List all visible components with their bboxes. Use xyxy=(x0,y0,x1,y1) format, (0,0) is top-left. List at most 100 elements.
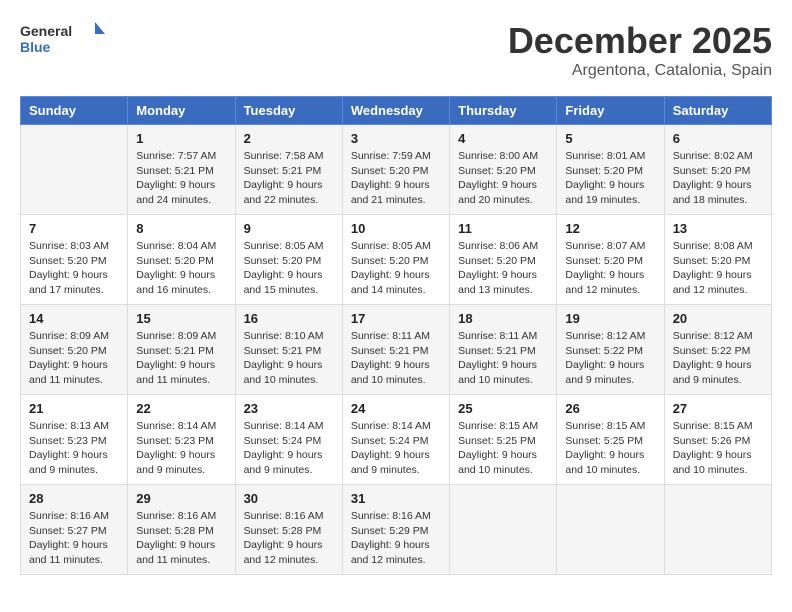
day-info: Sunrise: 8:09 AMSunset: 5:20 PMDaylight:… xyxy=(29,329,119,388)
day-info: Sunrise: 8:12 AMSunset: 5:22 PMDaylight:… xyxy=(673,329,763,388)
day-info: Sunrise: 8:16 AMSunset: 5:29 PMDaylight:… xyxy=(351,509,441,568)
day-info: Sunrise: 8:14 AMSunset: 5:24 PMDaylight:… xyxy=(351,419,441,478)
day-number: 25 xyxy=(458,401,548,416)
calendar-cell xyxy=(450,485,557,575)
day-info: Sunrise: 8:15 AMSunset: 5:25 PMDaylight:… xyxy=(565,419,655,478)
title-block: December 2025 Argentona, Catalonia, Spai… xyxy=(508,20,772,80)
calendar-header-row: SundayMondayTuesdayWednesdayThursdayFrid… xyxy=(21,97,772,125)
day-number: 30 xyxy=(244,491,334,506)
calendar-cell: 6Sunrise: 8:02 AMSunset: 5:20 PMDaylight… xyxy=(664,125,771,215)
logo-icon: General Blue xyxy=(20,20,110,60)
calendar-cell: 28 Sunrise: 8:16 AMSunset: 5:27 PMDayligh… xyxy=(21,485,128,575)
day-info: Sunrise: 8:10 AMSunset: 5:21 PMDaylight:… xyxy=(244,329,334,388)
day-info: Sunrise: 8:05 AMSunset: 5:20 PMDaylight:… xyxy=(244,239,334,298)
day-number: 1 xyxy=(136,131,226,146)
calendar-cell: 8 Sunrise: 8:04 AMSunset: 5:20 PMDaylight… xyxy=(128,215,235,305)
calendar-cell: 11Sunrise: 8:06 AMSunset: 5:20 PMDayligh… xyxy=(450,215,557,305)
calendar-cell: 23 Sunrise: 8:14 AMSunset: 5:24 PMDayligh… xyxy=(235,395,342,485)
calendar-day-header: Wednesday xyxy=(342,97,449,125)
calendar-cell: 30Sunrise: 8:16 AMSunset: 5:28 PMDayligh… xyxy=(235,485,342,575)
page-title: December 2025 xyxy=(508,20,772,62)
day-info: Sunrise: 8:15 AMSunset: 5:26 PMDaylight:… xyxy=(673,419,763,478)
calendar-cell: 20 Sunrise: 8:12 AMSunset: 5:22 PMDayligh… xyxy=(664,305,771,395)
calendar-week-row: 7 Sunrise: 8:03 AMSunset: 5:20 PMDaylight… xyxy=(21,215,772,305)
day-number: 20 xyxy=(673,311,763,326)
calendar-cell: 15 Sunrise: 8:09 AMSunset: 5:21 PMDayligh… xyxy=(128,305,235,395)
day-info: Sunrise: 8:03 AMSunset: 5:20 PMDaylight:… xyxy=(29,239,119,298)
day-number: 6 xyxy=(673,131,763,146)
day-info: Sunrise: 8:11 AMSunset: 5:21 PMDaylight:… xyxy=(351,329,441,388)
day-number: 14 xyxy=(29,311,119,326)
day-number: 9 xyxy=(244,221,334,236)
calendar-cell: 12 Sunrise: 8:07 AMSunset: 5:20 PMDayligh… xyxy=(557,215,664,305)
day-number: 31 xyxy=(351,491,441,506)
calendar-cell: 22 Sunrise: 8:14 AMSunset: 5:23 PMDayligh… xyxy=(128,395,235,485)
day-number: 7 xyxy=(29,221,119,236)
day-info: Sunrise: 8:09 AMSunset: 5:21 PMDaylight:… xyxy=(136,329,226,388)
calendar-day-header: Monday xyxy=(128,97,235,125)
day-number: 18 xyxy=(458,311,548,326)
day-number: 29 xyxy=(136,491,226,506)
day-number: 22 xyxy=(136,401,226,416)
svg-text:Blue: Blue xyxy=(20,39,51,55)
day-number: 27 xyxy=(673,401,763,416)
calendar-cell: 4Sunrise: 8:00 AMSunset: 5:20 PMDaylight… xyxy=(450,125,557,215)
day-info: Sunrise: 8:12 AMSunset: 5:22 PMDaylight:… xyxy=(565,329,655,388)
day-number: 13 xyxy=(673,221,763,236)
day-number: 19 xyxy=(565,311,655,326)
day-info: Sunrise: 8:16 AMSunset: 5:27 PMDaylight:… xyxy=(29,509,119,568)
calendar-day-header: Sunday xyxy=(21,97,128,125)
calendar-cell: 31 Sunrise: 8:16 AMSunset: 5:29 PMDayligh… xyxy=(342,485,449,575)
day-number: 16 xyxy=(244,311,334,326)
calendar-day-header: Tuesday xyxy=(235,97,342,125)
day-info: Sunrise: 8:13 AMSunset: 5:23 PMDaylight:… xyxy=(29,419,119,478)
day-number: 23 xyxy=(244,401,334,416)
logo: General Blue xyxy=(20,20,110,60)
calendar-cell: 13 Sunrise: 8:08 AMSunset: 5:20 PMDayligh… xyxy=(664,215,771,305)
day-number: 17 xyxy=(351,311,441,326)
calendar-cell: 7 Sunrise: 8:03 AMSunset: 5:20 PMDaylight… xyxy=(21,215,128,305)
day-number: 15 xyxy=(136,311,226,326)
calendar-cell: 18Sunrise: 8:11 AMSunset: 5:21 PMDayligh… xyxy=(450,305,557,395)
calendar-cell: 14 Sunrise: 8:09 AMSunset: 5:20 PMDayligh… xyxy=(21,305,128,395)
calendar-cell: 16 Sunrise: 8:10 AMSunset: 5:21 PMDayligh… xyxy=(235,305,342,395)
day-info: Sunrise: 8:01 AMSunset: 5:20 PMDaylight:… xyxy=(565,149,655,208)
day-info: Sunrise: 8:05 AMSunset: 5:20 PMDaylight:… xyxy=(351,239,441,298)
day-number: 12 xyxy=(565,221,655,236)
calendar-cell: 3Sunrise: 7:59 AMSunset: 5:20 PMDaylight… xyxy=(342,125,449,215)
day-number: 11 xyxy=(458,221,548,236)
calendar-cell: 9 Sunrise: 8:05 AMSunset: 5:20 PMDaylight… xyxy=(235,215,342,305)
calendar-week-row: 1Sunrise: 7:57 AMSunset: 5:21 PMDaylight… xyxy=(21,125,772,215)
calendar-cell: 24 Sunrise: 8:14 AMSunset: 5:24 PMDayligh… xyxy=(342,395,449,485)
day-info: Sunrise: 8:08 AMSunset: 5:20 PMDaylight:… xyxy=(673,239,763,298)
calendar-cell: 27 Sunrise: 8:15 AMSunset: 5:26 PMDayligh… xyxy=(664,395,771,485)
day-info: Sunrise: 8:14 AMSunset: 5:23 PMDaylight:… xyxy=(136,419,226,478)
day-number: 2 xyxy=(244,131,334,146)
calendar-cell: 5 Sunrise: 8:01 AMSunset: 5:20 PMDaylight… xyxy=(557,125,664,215)
day-info: Sunrise: 8:16 AMSunset: 5:28 PMDaylight:… xyxy=(136,509,226,568)
day-info: Sunrise: 8:07 AMSunset: 5:20 PMDaylight:… xyxy=(565,239,655,298)
calendar-cell xyxy=(557,485,664,575)
calendar-day-header: Friday xyxy=(557,97,664,125)
calendar-cell: 29 Sunrise: 8:16 AMSunset: 5:28 PMDayligh… xyxy=(128,485,235,575)
calendar-week-row: 14 Sunrise: 8:09 AMSunset: 5:20 PMDayligh… xyxy=(21,305,772,395)
day-number: 24 xyxy=(351,401,441,416)
day-info: Sunrise: 8:04 AMSunset: 5:20 PMDaylight:… xyxy=(136,239,226,298)
day-number: 26 xyxy=(565,401,655,416)
calendar-cell: 2Sunrise: 7:58 AMSunset: 5:21 PMDaylight… xyxy=(235,125,342,215)
day-number: 8 xyxy=(136,221,226,236)
calendar-cell: 21Sunrise: 8:13 AMSunset: 5:23 PMDayligh… xyxy=(21,395,128,485)
svg-text:General: General xyxy=(20,23,72,39)
calendar-day-header: Thursday xyxy=(450,97,557,125)
calendar-cell: 10Sunrise: 8:05 AMSunset: 5:20 PMDayligh… xyxy=(342,215,449,305)
day-number: 5 xyxy=(565,131,655,146)
day-number: 28 xyxy=(29,491,119,506)
day-info: Sunrise: 8:15 AMSunset: 5:25 PMDaylight:… xyxy=(458,419,548,478)
calendar-cell: 25 Sunrise: 8:15 AMSunset: 5:25 PMDayligh… xyxy=(450,395,557,485)
calendar-cell: 1Sunrise: 7:57 AMSunset: 5:21 PMDaylight… xyxy=(128,125,235,215)
calendar-cell: 17 Sunrise: 8:11 AMSunset: 5:21 PMDayligh… xyxy=(342,305,449,395)
day-info: Sunrise: 8:14 AMSunset: 5:24 PMDaylight:… xyxy=(244,419,334,478)
day-info: Sunrise: 8:00 AMSunset: 5:20 PMDaylight:… xyxy=(458,149,548,208)
day-info: Sunrise: 7:59 AMSunset: 5:20 PMDaylight:… xyxy=(351,149,441,208)
page-header: General Blue December 2025 Argentona, Ca… xyxy=(20,20,772,80)
